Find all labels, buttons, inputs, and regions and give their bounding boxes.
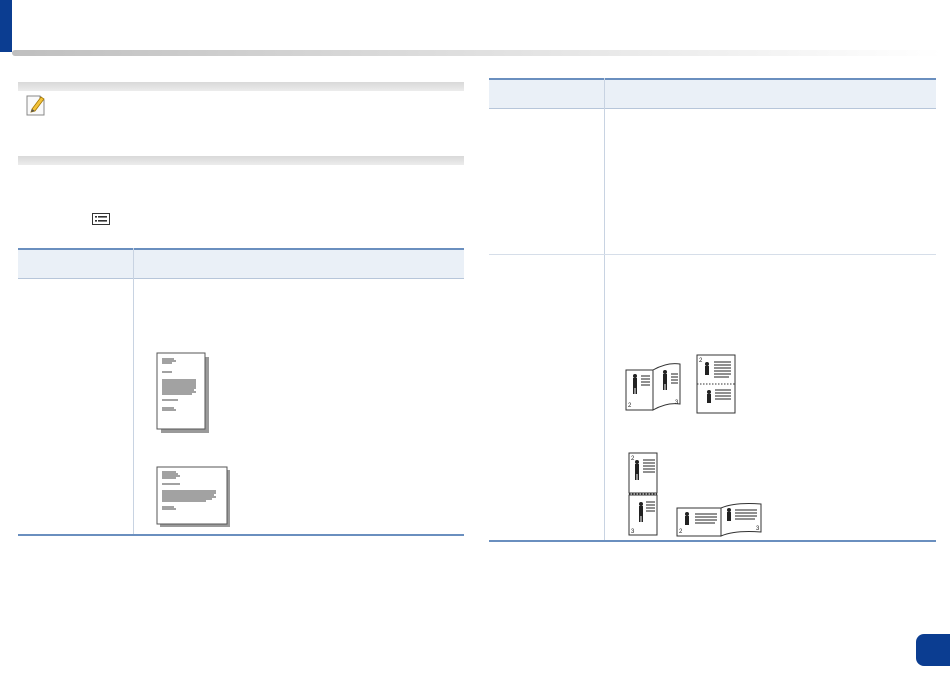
long-edge-binding-icon: 2 3 2: [625, 354, 736, 414]
table-bottom-rule: [489, 540, 936, 542]
note-box: [18, 82, 464, 166]
note-pencil-icon: [26, 95, 45, 116]
portrait-document-icon: [156, 352, 209, 433]
note-top-band: [18, 82, 464, 91]
short-edge-binding-icon: 2 3 2 3: [628, 452, 762, 537]
column-divider: [133, 248, 134, 536]
table-header-row: [489, 78, 936, 109]
header-accent-bar: [0, 0, 12, 52]
table-bottom-rule: [18, 534, 464, 536]
header-rule: [12, 50, 942, 56]
landscape-document-icon: [156, 466, 230, 527]
page-number-badge: [916, 634, 950, 666]
column-divider: [604, 78, 605, 542]
row-divider: [489, 254, 936, 255]
left-options-table: [18, 248, 464, 538]
table-header-row: [18, 248, 464, 279]
right-options-table: 2 3 2 2 3 2 3: [489, 78, 936, 544]
menu-list-icon: [92, 213, 110, 225]
note-bottom-band: [18, 156, 464, 165]
